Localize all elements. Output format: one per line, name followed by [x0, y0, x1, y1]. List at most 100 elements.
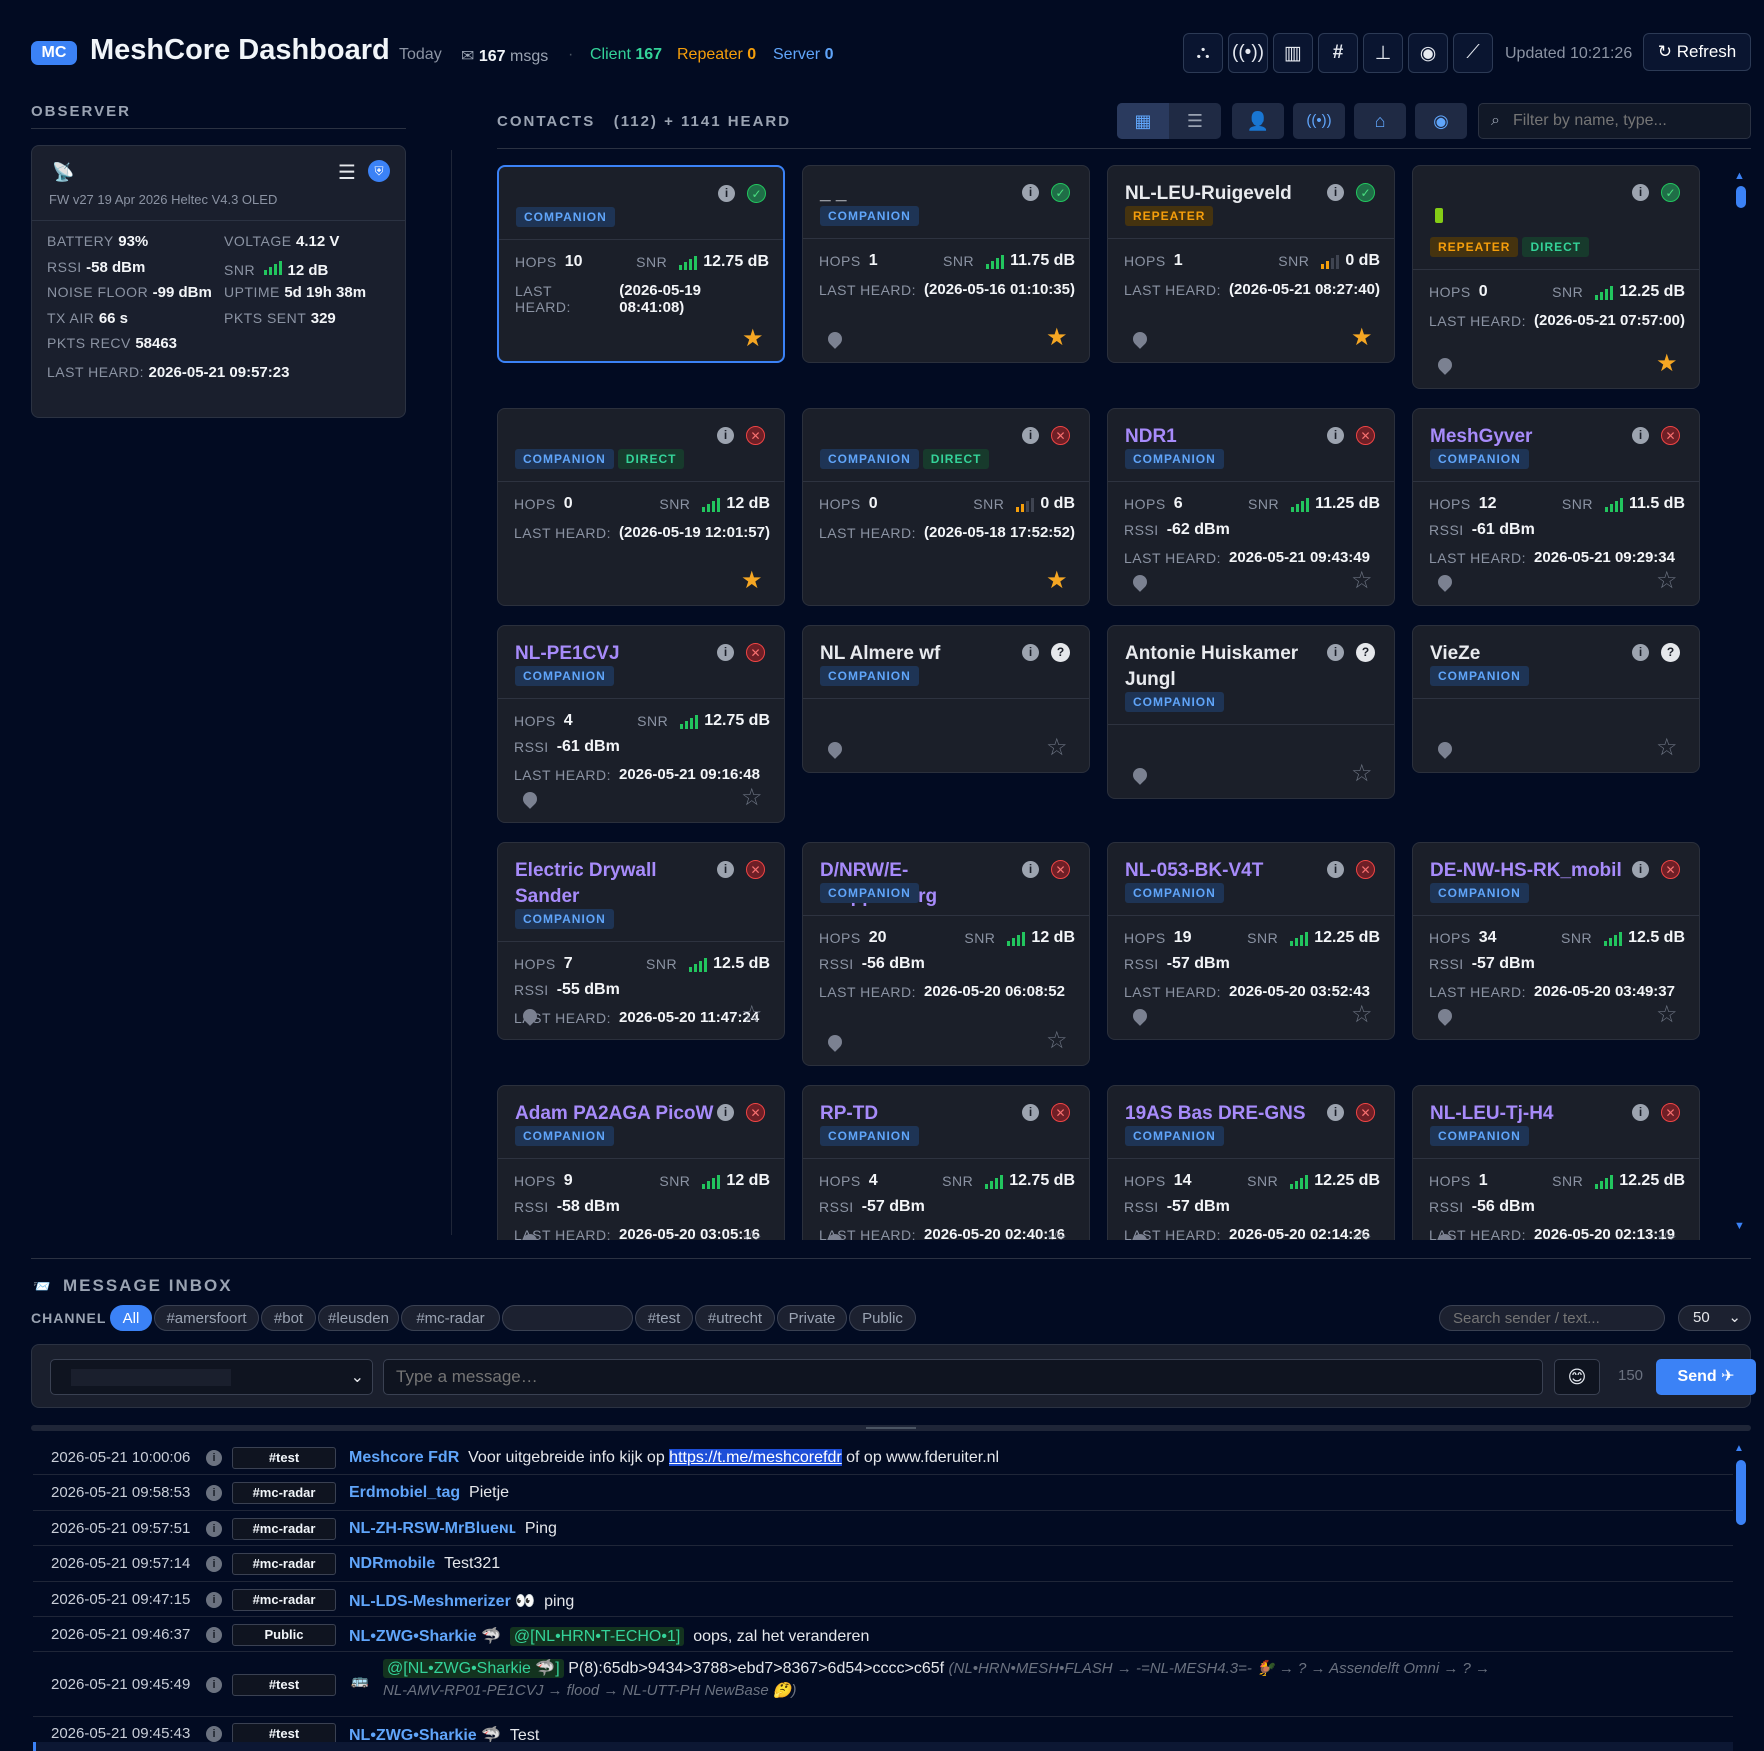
favorite-star-icon[interactable]: ★	[1046, 326, 1068, 350]
emoji-button[interactable]: 😊	[1554, 1359, 1600, 1395]
location-pin-icon[interactable]	[1435, 739, 1455, 759]
contact-card[interactable]: NL-053-BK-V4T COMPANION i ✕ HOPS 19 SNR 12.25 d…	[1107, 842, 1395, 1040]
line-chart-button[interactable]: ⟋	[1453, 33, 1493, 73]
location-pin-icon[interactable]	[1130, 572, 1150, 592]
channel-chip[interactable]: #mc-radar	[401, 1305, 500, 1331]
favorite-star-icon[interactable]: ★	[741, 569, 763, 593]
inbox-search-input[interactable]	[1439, 1305, 1665, 1331]
filter-repeater-icon[interactable]: ((•))	[1293, 103, 1345, 139]
filter-companion-icon[interactable]: 👤	[1232, 103, 1284, 139]
message-row[interactable]: 2026-05-21 09:45:49 i #test 🚌 @[NL•ZWG•Shark…	[33, 1652, 1733, 1717]
message-row[interactable]: 2026-05-21 09:47:15 i #mc-radar NL-LDS-Mesh…	[33, 1582, 1733, 1617]
channel-chip[interactable]	[502, 1305, 633, 1331]
send-button[interactable]: Send ✈	[1656, 1359, 1756, 1395]
message-row[interactable]: 2026-05-21 09:58:53 i #mc-radar Erdmobiel_t…	[33, 1475, 1733, 1511]
info-icon[interactable]: i	[717, 1104, 734, 1121]
contact-name[interactable]: _ _	[820, 181, 1020, 207]
info-icon[interactable]: i	[1022, 427, 1039, 444]
contact-card[interactable]: COMPANION DIRECT i ✕ HOPS 0 SNR 0 dB LAST HEARD:…	[802, 408, 1090, 606]
favorite-star-icon[interactable]: ☆	[1351, 569, 1373, 593]
contacts-filter[interactable]: ⌕	[1478, 103, 1751, 139]
grid-view-icon[interactable]: ▦	[1117, 103, 1169, 139]
location-pin-icon[interactable]	[1130, 1006, 1150, 1026]
message-input[interactable]	[383, 1359, 1543, 1395]
favorite-star-icon[interactable]: ☆	[741, 1228, 763, 1241]
contact-name[interactable]: 19AS Bas DRE-GNS	[1125, 1101, 1325, 1127]
contact-name[interactable]: NDR1	[1125, 424, 1325, 450]
contact-card[interactable]: DE-NW-HS-RK_mobil COMPANION i ✕ HOPS 34 SNR 12.…	[1412, 842, 1700, 1040]
contact-card[interactable]: NL-LEU-Tj-H4 COMPANION i ✕ HOPS 1 SNR 12.25 dB R…	[1412, 1085, 1700, 1240]
location-pin-icon[interactable]	[1435, 572, 1455, 592]
info-icon[interactable]: i	[1327, 1104, 1344, 1121]
contact-card[interactable]: MeshGyver COMPANION i ✕ HOPS 12 SNR 11.5 dB RSSI…	[1412, 408, 1700, 606]
bar-chart-button[interactable]: ▥	[1273, 33, 1313, 73]
info-icon[interactable]: i	[206, 1726, 222, 1742]
list-view-icon[interactable]: ☰	[1169, 103, 1221, 139]
favorite-star-icon[interactable]: ☆	[1656, 1003, 1678, 1027]
info-icon[interactable]: i	[206, 1450, 222, 1466]
message-row[interactable]: 2026-05-21 10:00:06 i #test Meshcore FdR Vo…	[33, 1440, 1733, 1475]
message-row[interactable]: 2026-05-21 09:57:51 i #mc-radar NL-ZH-RSW-M…	[33, 1511, 1733, 1546]
info-icon[interactable]: i	[1632, 1104, 1649, 1121]
topology-button[interactable]: ⊥	[1363, 33, 1403, 73]
info-icon[interactable]: i	[1022, 644, 1039, 661]
info-icon[interactable]: i	[206, 1592, 222, 1608]
info-icon[interactable]: i	[1327, 861, 1344, 878]
contact-name[interactable]: VieZe	[1430, 641, 1630, 667]
info-icon[interactable]: i	[1327, 427, 1344, 444]
info-icon[interactable]: i	[206, 1556, 222, 1572]
favorite-star-icon[interactable]: ☆	[1046, 1029, 1068, 1053]
info-icon[interactable]: i	[1022, 184, 1039, 201]
nodes-button[interactable]: ⛬	[1183, 33, 1223, 73]
contact-card[interactable]: Antonie Huiskamer Jungl COMPANION i? ☆	[1107, 625, 1395, 799]
contact-card[interactable]: NDR1 COMPANION i ✕ HOPS 6 SNR 11.25 dB RSSI -62 d…	[1107, 408, 1395, 606]
filter-sensor-icon[interactable]: ◉	[1415, 103, 1467, 139]
location-pin-icon[interactable]	[1130, 329, 1150, 349]
contact-card[interactable]: NL-LEU-Ruigeveld REPEATER i ✓ HOPS 1 SNR 0 dB LA…	[1107, 165, 1395, 363]
contact-card[interactable]: 19AS Bas DRE-GNS COMPANION i ✕ HOPS 14 SNR 12.2…	[1107, 1085, 1395, 1241]
favorite-star-icon[interactable]: ★	[742, 327, 764, 351]
contact-name[interactable]: NL-053-BK-V4T	[1125, 858, 1325, 884]
favorite-star-icon[interactable]: ☆	[1656, 736, 1678, 760]
location-pin-icon[interactable]	[825, 329, 845, 349]
info-icon[interactable]: i	[1327, 184, 1344, 201]
info-icon[interactable]: i	[1022, 1104, 1039, 1121]
info-icon[interactable]: i	[1632, 184, 1649, 201]
contact-card[interactable]: _ _ COMPANION i ✓ HOPS 1 SNR 11.75 dB LAST HEARD…	[802, 165, 1090, 363]
favorite-star-icon[interactable]: ☆	[741, 786, 763, 810]
favorite-star-icon[interactable]: ☆	[1351, 762, 1373, 786]
info-icon[interactable]: i	[1022, 861, 1039, 878]
contact-card[interactable]: D/NRW/E-StoppenbergCOMPANIONi✕HOPS20SNR1…	[802, 842, 1090, 1066]
message-row-partial[interactable]	[33, 1742, 1733, 1751]
info-icon[interactable]: i	[206, 1627, 222, 1643]
contact-name[interactable]: RP-TD	[820, 1101, 1020, 1127]
antenna-button[interactable]: ((•))	[1228, 33, 1268, 73]
message-row[interactable]: 2026-05-21 09:57:14 i #mc-radar NDRmobile T…	[33, 1546, 1733, 1582]
favorite-star-icon[interactable]: ☆	[1351, 1003, 1373, 1027]
contact-name[interactable]: DE-NW-HS-RK_mobil	[1430, 858, 1630, 884]
location-pin-icon[interactable]	[825, 1032, 845, 1052]
location-pin-icon[interactable]	[1130, 765, 1150, 785]
contacts-filter-input[interactable]	[1513, 109, 1743, 133]
message-sender[interactable]: NL-LDS-Meshmerizer 👀	[349, 1593, 535, 1610]
info-icon[interactable]: i	[717, 644, 734, 661]
channel-chip[interactable]: #leusden	[318, 1305, 399, 1331]
channel-chip[interactable]: #bot	[261, 1305, 316, 1331]
favorite-star-icon[interactable]: ☆	[1351, 1228, 1373, 1241]
refresh-button[interactable]: ↻ Refresh	[1643, 33, 1751, 71]
info-icon[interactable]: i	[718, 185, 735, 202]
inbox-scrollbar[interactable]	[1736, 1460, 1746, 1525]
message-sender[interactable]: NDRmobile	[349, 1555, 435, 1572]
message-link[interactable]: https://t.me/meshcorefdr	[669, 1449, 842, 1466]
favorite-star-icon[interactable]: ★	[1351, 326, 1373, 350]
mention-tag[interactable]: @[NL•ZWG•Sharkie 🦈]	[383, 1659, 564, 1678]
favorite-star-icon[interactable]: ☆	[1656, 569, 1678, 593]
location-pin-icon[interactable]	[1435, 1006, 1455, 1026]
favorite-star-icon[interactable]: ★	[1046, 569, 1068, 593]
limit-select[interactable]: 50 ⌄	[1678, 1305, 1751, 1331]
channel-chip[interactable]: Private	[777, 1305, 847, 1331]
message-sender[interactable]: Meshcore FdR	[349, 1449, 459, 1466]
info-icon[interactable]: i	[1632, 427, 1649, 444]
hashtag-button[interactable]: #	[1318, 33, 1358, 73]
contact-name[interactable]: MeshGyver	[1430, 424, 1630, 450]
